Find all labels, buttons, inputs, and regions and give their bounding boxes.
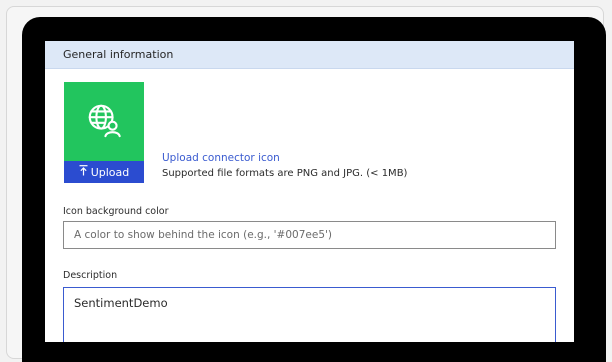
description-textarea[interactable]: SentimentDemo — [63, 287, 556, 342]
upload-button-label: Upload — [90, 165, 130, 179]
icon-background-color-label: Icon background color — [63, 206, 169, 217]
globe-with-user-icon — [85, 101, 123, 143]
connector-icon-preview — [64, 82, 144, 161]
section-title: General information — [63, 48, 174, 61]
icon-background-color-input[interactable] — [63, 221, 556, 249]
connector-icon-tile[interactable]: Upload — [64, 82, 144, 183]
section-header: General information — [45, 41, 574, 69]
upload-button[interactable]: Upload — [64, 161, 144, 183]
upload-connector-icon-link[interactable]: Upload connector icon — [162, 152, 280, 164]
connector-general-panel: General information Upload Upload connec… — [45, 41, 574, 342]
upload-arrow-icon — [79, 165, 88, 179]
description-label: Description — [63, 270, 118, 281]
upload-format-hint: Supported file formats are PNG and JPG. … — [162, 168, 408, 179]
